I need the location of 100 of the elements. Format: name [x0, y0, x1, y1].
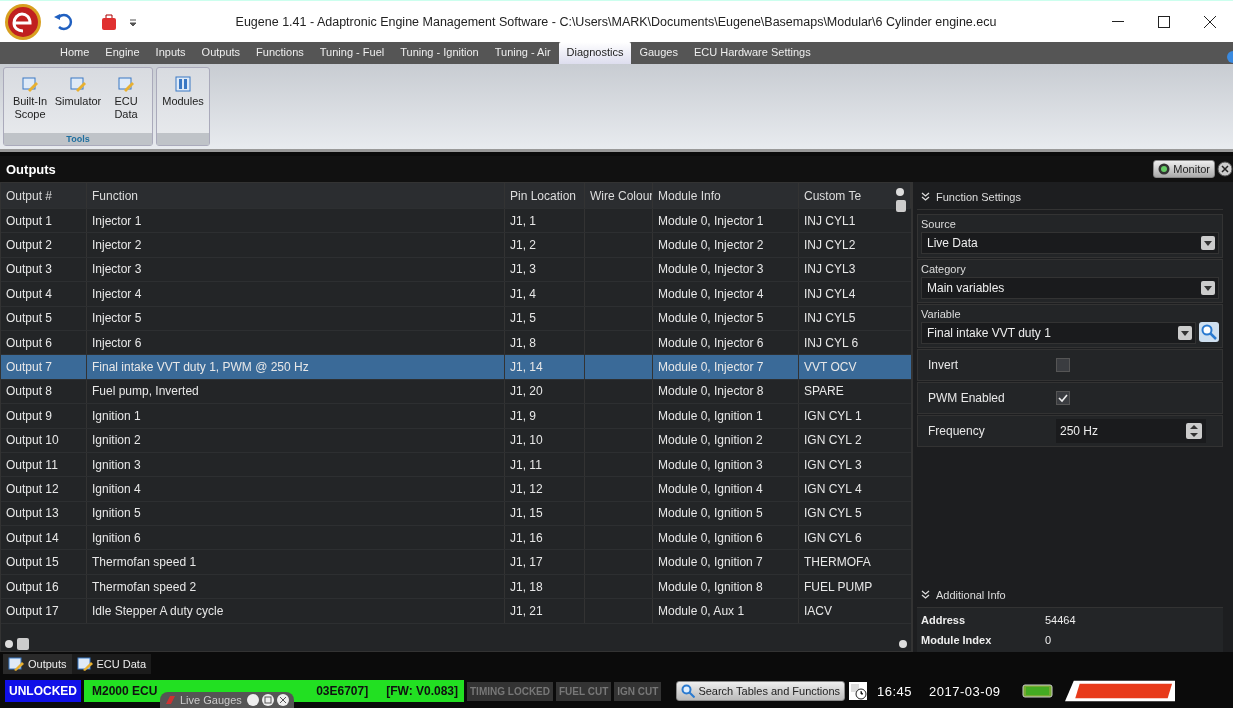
table-row[interactable]: Output 9 Ignition 1 J1, 9 Module 0, Ignition 1 IGN CYL 1: [1, 404, 911, 429]
table-cell: J1, 1: [505, 209, 585, 233]
info-value: 54464: [1045, 614, 1077, 626]
window-controls-icon[interactable]: [245, 693, 290, 707]
scrollbar-thumb[interactable]: [896, 200, 906, 212]
table-cell: Injector 4: [87, 282, 505, 306]
table-row[interactable]: Output 7 Final intake VVT duty 1, PWM @ 250 Hz J1, 14 Module 0, Injector 7 VVT OCV: [1, 355, 911, 380]
menu-tab[interactable]: Home: [52, 42, 98, 64]
table-row[interactable]: Output 12 Ignition 4 J1, 12 Module 0, Ignition 4 IGN CYL 4: [1, 477, 911, 502]
column-header[interactable]: Output #: [1, 183, 87, 208]
menu-tab[interactable]: Tuning - Ignition: [392, 42, 487, 64]
dropdown[interactable]: Live Data: [921, 232, 1219, 254]
table-row[interactable]: Output 11 Ignition 3 J1, 11 Module 0, Ignition 3 IGN CYL 3: [1, 452, 911, 478]
checkbox[interactable]: [1056, 358, 1070, 372]
undo-icon[interactable]: [53, 12, 73, 31]
search-icon[interactable]: [1199, 322, 1219, 342]
section-header[interactable]: Function Settings: [917, 184, 1223, 210]
table-cell: J1, 14: [505, 355, 585, 379]
table-cell: Final intake VVT duty 1, PWM @ 250 Hz: [87, 355, 505, 379]
status-indicator: TIMING LOCKED: [467, 681, 553, 701]
info-value: 0: [1045, 634, 1053, 646]
search-icon: [681, 684, 696, 698]
window-title: Eugene 1.41 - Adaptronic Engine Management Software - C:\Users\MARK\Documents\Eugene\Basemaps\Modular\6 Cylinder engine.ecu: [234, 14, 998, 29]
bottom-tab[interactable]: Outputs: [3, 654, 72, 674]
dropdown[interactable]: Main variables: [921, 277, 1219, 299]
dropdown-arrow-icon[interactable]: [129, 17, 137, 26]
column-header[interactable]: Function: [87, 183, 505, 208]
table-cell: Thermofan speed 2: [87, 574, 505, 599]
collapse-chevron-icon[interactable]: [921, 192, 930, 201]
monitor-button[interactable]: Monitor: [1153, 160, 1215, 178]
table-row[interactable]: Output 3 Injector 3 J1, 3 Module 0, Injector 3 INJ CYL3: [1, 257, 911, 283]
option-label: PWM Enabled: [928, 391, 1006, 405]
collapse-chevron-icon[interactable]: [921, 590, 930, 599]
table-cell-text: IGN CYL 5: [803, 505, 863, 523]
menu-tab[interactable]: Inputs: [147, 42, 194, 64]
table-cell: J1, 18: [505, 574, 585, 599]
close-icon[interactable]: [1217, 161, 1233, 177]
table-row[interactable]: Output 2 Injector 2 J1, 2 Module 0, Injector 2 INJ CYL2: [1, 233, 911, 258]
table-row[interactable]: Output 15 Thermofan speed 1 J1, 17 Module 0, Ignition 7 THERMOFA: [1, 550, 911, 575]
table-cell: Module 0, Ignition 6: [653, 526, 799, 550]
ecu-name: M2000 ECU: [92, 684, 158, 698]
frequency-spinner[interactable]: 250 Hz: [1056, 419, 1206, 443]
table-cell: Output 11: [1, 452, 87, 477]
bottom-tab[interactable]: ECU Data: [71, 654, 152, 674]
info-label: Address: [921, 614, 967, 626]
menu-tab[interactable]: Engine: [97, 42, 148, 64]
search-button[interactable]: Search Tables and Functions: [676, 681, 846, 701]
menu-tab[interactable]: Functions: [248, 42, 312, 64]
minimize-icon[interactable]: [1112, 20, 1124, 23]
calendar-clock-icon[interactable]: [848, 681, 869, 701]
chart-pencil-icon: [118, 76, 134, 92]
table-cell-text: INJ CYL4: [803, 285, 857, 303]
menu-tab[interactable]: Diagnostics: [558, 42, 632, 64]
app-logo-icon[interactable]: [3, 1, 43, 42]
table-cell-text: INJ CYL5: [803, 310, 857, 328]
column-header[interactable]: Pin Location: [505, 183, 585, 208]
close-icon[interactable]: [1204, 15, 1216, 28]
table-cell: Module 0, Injector 2: [653, 233, 799, 257]
table-row[interactable]: Output 10 Ignition 2 J1, 10 Module 0, Ignition 2 IGN CYL 2: [1, 428, 911, 453]
bag-icon[interactable]: [101, 12, 117, 31]
table-cell: Module 0, Injector 8: [653, 379, 799, 404]
maximize-icon[interactable]: [1158, 15, 1170, 28]
table-cell-text: FUEL PUMP: [803, 578, 874, 596]
checkbox[interactable]: [1056, 391, 1070, 405]
table-cell-text: INJ CYL 6: [803, 334, 860, 352]
group-label: Tools: [4, 133, 152, 145]
menu-tab[interactable]: Tuning - Air: [486, 42, 559, 64]
menu-tab[interactable]: Gauges: [631, 42, 686, 64]
table-row[interactable]: Output 4 Injector 4 J1, 4 Module 0, Injector 4 INJ CYL4: [1, 282, 911, 307]
table-cell: Module 0, Ignition 7: [653, 550, 799, 574]
table-cell: Module 0, Ignition 3: [653, 452, 799, 477]
menu-tab[interactable]: Tuning - Fuel: [311, 42, 393, 64]
table-cell-text: IGN CYL 2: [803, 432, 863, 450]
lock-status: UNLOCKED: [5, 680, 81, 702]
table-row[interactable]: Output 13 Ignition 5 J1, 15 Module 0, Ignition 5 IGN CYL 5: [1, 501, 911, 527]
modules-icon: [175, 76, 191, 92]
column-header[interactable]: Module Info: [653, 183, 799, 208]
table-row[interactable]: Output 17 Idle Stepper A duty cycle J1, 21 Module 0, Aux 1 IACV: [1, 599, 911, 624]
battery-icon: [1021, 684, 1054, 698]
document-pencil-icon: [76, 657, 93, 671]
table-row[interactable]: Output 6 Injector 6 J1, 8 Module 0, Injector 6 INJ CYL 6: [1, 330, 911, 356]
table-cell: Injector 5: [87, 306, 505, 330]
table-cell: Output 2: [1, 233, 87, 257]
table-row[interactable]: Output 1 Injector 1 J1, 1 Module 0, Injector 1 INJ CYL1: [1, 209, 911, 234]
ribbon-button[interactable]: ECU Data: [104, 74, 148, 133]
dropdown[interactable]: Final intake VVT duty 1: [921, 322, 1196, 344]
table-cell-text: VVT OCV: [803, 359, 858, 377]
table-row[interactable]: Output 16 Thermofan speed 2 J1, 18 Module 0, Ignition 8 FUEL PUMP: [1, 574, 911, 600]
ribbon-button[interactable]: Simulator: [56, 74, 100, 133]
table-row[interactable]: Output 14 Ignition 6 J1, 16 Module 0, Ignition 6 IGN CYL 6: [1, 526, 911, 551]
ribbon-button[interactable]: Modules: [161, 74, 205, 133]
floating-window-tab[interactable]: Live Gauges: [160, 692, 294, 708]
table-cell-text: IGN CYL 4: [803, 481, 863, 498]
ribbon-button[interactable]: Built-In Scope: [8, 74, 52, 133]
scrollbar-thumb[interactable]: [17, 638, 29, 650]
table-cell: J1, 10: [505, 428, 585, 452]
menu-tab[interactable]: Outputs: [193, 42, 249, 64]
table-row[interactable]: Output 8 Fuel pump, Inverted J1, 20 Module 0, Injector 8 SPARE: [1, 379, 911, 405]
menu-tab[interactable]: ECU Hardware Settings: [685, 42, 819, 64]
table-row[interactable]: Output 5 Injector 5 J1, 5 Module 0, Injector 5 INJ CYL5: [1, 306, 911, 331]
